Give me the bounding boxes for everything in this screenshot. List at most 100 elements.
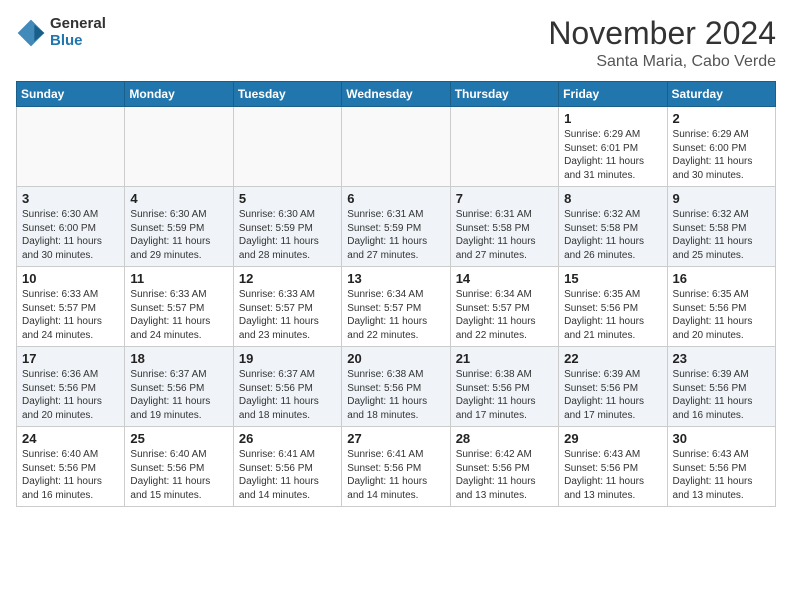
- day-info: Sunrise: 6:39 AM Sunset: 5:56 PM Dayligh…: [673, 368, 770, 422]
- day-number: 1: [564, 111, 661, 126]
- day-number: 20: [347, 351, 444, 366]
- day-info: Sunrise: 6:38 AM Sunset: 5:56 PM Dayligh…: [456, 368, 553, 422]
- calendar-day-cell: 7 Sunrise: 6:31 AM Sunset: 5:58 PM Daylig…: [450, 187, 558, 267]
- day-info: Sunrise: 6:33 AM Sunset: 5:57 PM Dayligh…: [239, 288, 336, 342]
- calendar-day-cell: 4 Sunrise: 6:30 AM Sunset: 5:59 PM Daylig…: [125, 187, 233, 267]
- day-number: 15: [564, 271, 661, 286]
- day-info: Sunrise: 6:30 AM Sunset: 6:00 PM Dayligh…: [22, 208, 119, 262]
- calendar-day-cell: 29 Sunrise: 6:43 AM Sunset: 5:56 PM Dayli…: [559, 427, 667, 507]
- calendar-week-row: 17Sunrise: 6:36 AM Sunset: 5:56 PM Dayli…: [17, 347, 776, 427]
- calendar-day-cell: 16 Sunrise: 6:35 AM Sunset: 5:56 PM Dayli…: [667, 267, 775, 347]
- calendar-day-cell: 23 Sunrise: 6:39 AM Sunset: 5:56 PM Dayli…: [667, 347, 775, 427]
- weekday-header: Thursday: [450, 82, 558, 107]
- calendar-day-cell: 20 Sunrise: 6:38 AM Sunset: 5:56 PM Dayli…: [342, 347, 450, 427]
- header: General Blue November 2024 Santa Maria, …: [16, 16, 776, 71]
- calendar-day-cell: 17Sunrise: 6:36 AM Sunset: 5:56 PM Dayli…: [17, 347, 125, 427]
- day-info: Sunrise: 6:37 AM Sunset: 5:56 PM Dayligh…: [239, 368, 336, 422]
- calendar-day-cell: 15 Sunrise: 6:35 AM Sunset: 5:56 PM Dayli…: [559, 267, 667, 347]
- day-info: Sunrise: 6:29 AM Sunset: 6:01 PM Dayligh…: [564, 128, 661, 182]
- day-info: Sunrise: 6:31 AM Sunset: 5:59 PM Dayligh…: [347, 208, 444, 262]
- day-number: 14: [456, 271, 553, 286]
- day-info: Sunrise: 6:43 AM Sunset: 5:56 PM Dayligh…: [673, 448, 770, 502]
- day-info: Sunrise: 6:32 AM Sunset: 5:58 PM Dayligh…: [673, 208, 770, 262]
- day-info: Sunrise: 6:41 AM Sunset: 5:56 PM Dayligh…: [347, 448, 444, 502]
- day-number: 24: [22, 431, 119, 446]
- day-number: 6: [347, 191, 444, 206]
- calendar-day-cell: [125, 107, 233, 187]
- day-info: Sunrise: 6:32 AM Sunset: 5:58 PM Dayligh…: [564, 208, 661, 262]
- calendar-day-cell: [17, 107, 125, 187]
- day-info: Sunrise: 6:34 AM Sunset: 5:57 PM Dayligh…: [347, 288, 444, 342]
- day-info: Sunrise: 6:37 AM Sunset: 5:56 PM Dayligh…: [130, 368, 227, 422]
- month-title: November 2024: [548, 16, 776, 51]
- day-number: 9: [673, 191, 770, 206]
- weekday-header: Tuesday: [233, 82, 341, 107]
- weekday-header: Saturday: [667, 82, 775, 107]
- calendar-day-cell: 27 Sunrise: 6:41 AM Sunset: 5:56 PM Dayli…: [342, 427, 450, 507]
- day-info: Sunrise: 6:29 AM Sunset: 6:00 PM Dayligh…: [673, 128, 770, 182]
- day-number: 29: [564, 431, 661, 446]
- day-number: 16: [673, 271, 770, 286]
- day-number: 27: [347, 431, 444, 446]
- day-number: 23: [673, 351, 770, 366]
- day-info: Sunrise: 6:38 AM Sunset: 5:56 PM Dayligh…: [347, 368, 444, 422]
- calendar-day-cell: 11Sunrise: 6:33 AM Sunset: 5:57 PM Dayli…: [125, 267, 233, 347]
- logo-icon: [16, 18, 46, 48]
- logo-text: General Blue: [50, 16, 106, 49]
- day-info: Sunrise: 6:34 AM Sunset: 5:57 PM Dayligh…: [456, 288, 553, 342]
- day-info: Sunrise: 6:43 AM Sunset: 5:56 PM Dayligh…: [564, 448, 661, 502]
- weekday-header: Friday: [559, 82, 667, 107]
- calendar-day-cell: [342, 107, 450, 187]
- logo-general: General: [50, 16, 106, 33]
- calendar-day-cell: 8 Sunrise: 6:32 AM Sunset: 5:58 PM Daylig…: [559, 187, 667, 267]
- calendar-day-cell: 1 Sunrise: 6:29 AM Sunset: 6:01 PM Daylig…: [559, 107, 667, 187]
- weekday-header: Monday: [125, 82, 233, 107]
- day-info: Sunrise: 6:41 AM Sunset: 5:56 PM Dayligh…: [239, 448, 336, 502]
- day-info: Sunrise: 6:35 AM Sunset: 5:56 PM Dayligh…: [564, 288, 661, 342]
- logo: General Blue: [16, 16, 106, 49]
- day-info: Sunrise: 6:35 AM Sunset: 5:56 PM Dayligh…: [673, 288, 770, 342]
- day-number: 17: [22, 351, 119, 366]
- calendar-week-row: 24 Sunrise: 6:40 AM Sunset: 5:56 PM Dayli…: [17, 427, 776, 507]
- day-number: 26: [239, 431, 336, 446]
- day-info: Sunrise: 6:33 AM Sunset: 5:57 PM Dayligh…: [22, 288, 119, 342]
- day-info: Sunrise: 6:42 AM Sunset: 5:56 PM Dayligh…: [456, 448, 553, 502]
- calendar-day-cell: 10 Sunrise: 6:33 AM Sunset: 5:57 PM Dayli…: [17, 267, 125, 347]
- day-number: 8: [564, 191, 661, 206]
- day-number: 7: [456, 191, 553, 206]
- calendar-day-cell: 21 Sunrise: 6:38 AM Sunset: 5:56 PM Dayli…: [450, 347, 558, 427]
- calendar-day-cell: 2Sunrise: 6:29 AM Sunset: 6:00 PM Daylig…: [667, 107, 775, 187]
- day-number: 5: [239, 191, 336, 206]
- calendar-week-row: 1 Sunrise: 6:29 AM Sunset: 6:01 PM Daylig…: [17, 107, 776, 187]
- calendar-day-cell: 19 Sunrise: 6:37 AM Sunset: 5:56 PM Dayli…: [233, 347, 341, 427]
- day-info: Sunrise: 6:39 AM Sunset: 5:56 PM Dayligh…: [564, 368, 661, 422]
- day-number: 4: [130, 191, 227, 206]
- day-number: 19: [239, 351, 336, 366]
- calendar-day-cell: [233, 107, 341, 187]
- weekday-header: Wednesday: [342, 82, 450, 107]
- calendar: SundayMondayTuesdayWednesdayThursdayFrid…: [16, 81, 776, 507]
- day-number: 28: [456, 431, 553, 446]
- day-info: Sunrise: 6:31 AM Sunset: 5:58 PM Dayligh…: [456, 208, 553, 262]
- day-number: 11: [130, 271, 227, 286]
- calendar-day-cell: 28 Sunrise: 6:42 AM Sunset: 5:56 PM Dayli…: [450, 427, 558, 507]
- day-number: 30: [673, 431, 770, 446]
- day-info: Sunrise: 6:30 AM Sunset: 5:59 PM Dayligh…: [130, 208, 227, 262]
- weekday-header: Sunday: [17, 82, 125, 107]
- calendar-day-cell: 5Sunrise: 6:30 AM Sunset: 5:59 PM Daylig…: [233, 187, 341, 267]
- calendar-day-cell: 24 Sunrise: 6:40 AM Sunset: 5:56 PM Dayli…: [17, 427, 125, 507]
- day-number: 25: [130, 431, 227, 446]
- calendar-day-cell: [450, 107, 558, 187]
- calendar-week-row: 10 Sunrise: 6:33 AM Sunset: 5:57 PM Dayli…: [17, 267, 776, 347]
- day-number: 10: [22, 271, 119, 286]
- day-info: Sunrise: 6:40 AM Sunset: 5:56 PM Dayligh…: [22, 448, 119, 502]
- day-number: 21: [456, 351, 553, 366]
- calendar-day-cell: 26 Sunrise: 6:41 AM Sunset: 5:56 PM Dayli…: [233, 427, 341, 507]
- calendar-day-cell: 13Sunrise: 6:34 AM Sunset: 5:57 PM Dayli…: [342, 267, 450, 347]
- page: General Blue November 2024 Santa Maria, …: [0, 0, 792, 523]
- calendar-week-row: 3Sunrise: 6:30 AM Sunset: 6:00 PM Daylig…: [17, 187, 776, 267]
- calendar-day-cell: 3Sunrise: 6:30 AM Sunset: 6:00 PM Daylig…: [17, 187, 125, 267]
- calendar-day-cell: 22Sunrise: 6:39 AM Sunset: 5:56 PM Dayli…: [559, 347, 667, 427]
- day-number: 12: [239, 271, 336, 286]
- calendar-day-cell: 18Sunrise: 6:37 AM Sunset: 5:56 PM Dayli…: [125, 347, 233, 427]
